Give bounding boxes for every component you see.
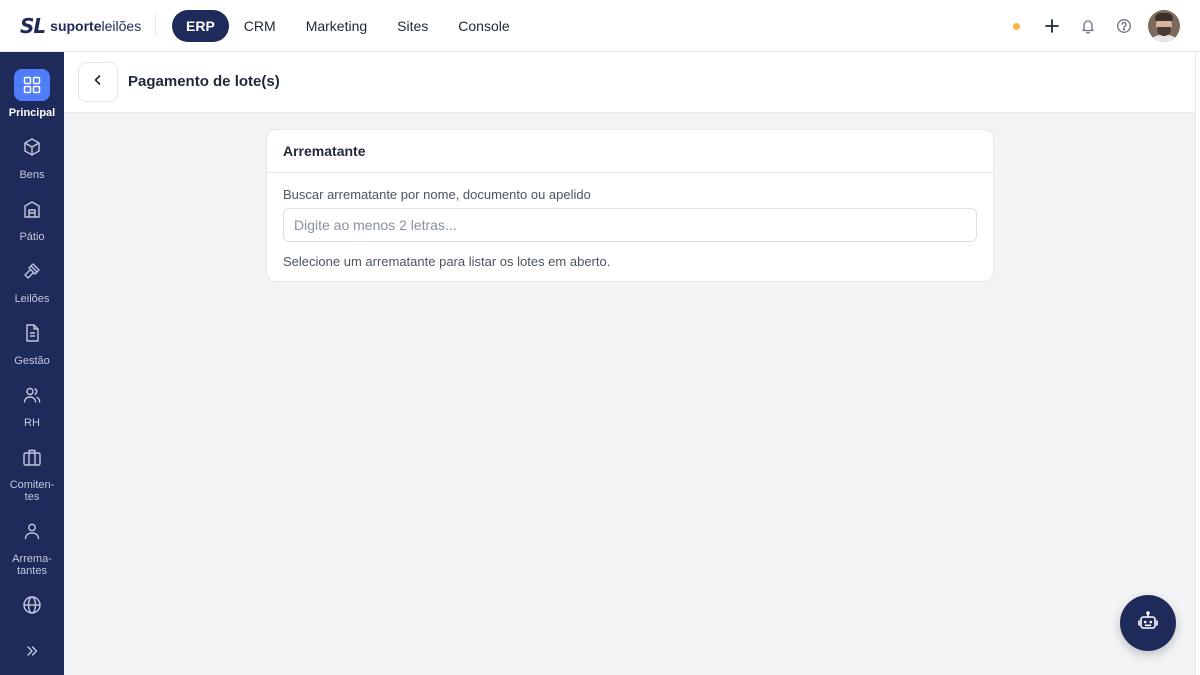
sidebar-item-principal[interactable]: Principal (0, 69, 64, 119)
helper-text: Selecione um arrematante para listar os … (283, 254, 611, 269)
sidebar-item-sites[interactable] (0, 589, 64, 621)
user-icon (14, 515, 50, 547)
search-label: Buscar arrematante por nome, documento o… (283, 187, 591, 202)
topbar-actions (1013, 10, 1180, 42)
sidebar-item-label: RH (24, 417, 40, 429)
sidebar-expand-button[interactable] (0, 635, 64, 667)
top-bar: SL suporteleilões ERP CRM Marketing Site… (0, 0, 1200, 52)
sidebar-item-arrematantes[interactable]: Arrema-tantes (0, 515, 64, 577)
avatar-shirt (1150, 35, 1178, 42)
page-title: Pagamento de lote(s) (128, 73, 280, 90)
sidebar-item-rh[interactable]: RH (0, 379, 64, 429)
right-panel-edge (1195, 52, 1200, 675)
bell-icon[interactable] (1070, 10, 1106, 42)
warehouse-icon (14, 193, 50, 225)
sidebar: Principal Bens Pátio Leilões Gestão RH C… (0, 52, 64, 675)
briefcase-icon (14, 441, 50, 473)
status-indicator (1013, 22, 1020, 30)
nav-tab-erp[interactable]: ERP (172, 10, 229, 42)
gavel-icon (14, 255, 50, 287)
sidebar-item-patio[interactable]: Pátio (0, 193, 64, 243)
plus-icon[interactable] (1034, 10, 1070, 42)
brand-logo[interactable]: SL suporteleilões (20, 13, 141, 39)
chevron-left-icon (91, 73, 105, 92)
sidebar-item-label: Principal (8, 107, 56, 119)
sidebar-item-bens[interactable]: Bens (0, 131, 64, 181)
brand-name-bold: suporte (50, 18, 102, 34)
module-nav: ERP CRM Marketing Sites Console (172, 10, 525, 42)
back-button[interactable] (78, 62, 118, 102)
sidebar-item-gestao[interactable]: Gestão (0, 317, 64, 367)
robot-icon (1137, 610, 1159, 637)
brand-name: suporteleilões (50, 18, 141, 34)
sidebar-item-label: Pátio (19, 231, 45, 243)
nav-tab-marketing[interactable]: Marketing (291, 10, 382, 42)
logo-divider (155, 14, 156, 36)
grid-icon (14, 69, 50, 101)
arrematante-search-input[interactable] (283, 208, 977, 242)
sidebar-item-label-line1: Comiten-tes (9, 479, 55, 503)
nav-tab-crm[interactable]: CRM (229, 10, 291, 42)
sidebar-item-leiloes[interactable]: Leilões (0, 255, 64, 305)
assistant-bot-button[interactable] (1120, 595, 1176, 651)
page-header: Pagamento de lote(s) (64, 52, 1195, 113)
avatar-hair (1155, 13, 1173, 21)
sidebar-item-label: Gestão (14, 355, 50, 367)
box-icon (14, 131, 50, 163)
help-icon[interactable] (1106, 10, 1142, 42)
globe-icon (14, 589, 50, 621)
sidebar-item-comitentes[interactable]: Comiten-tes (0, 441, 64, 503)
user-avatar[interactable] (1148, 10, 1180, 42)
sidebar-item-label: Leilões (14, 293, 50, 305)
sidebar-item-label: Bens (19, 169, 45, 181)
users-icon (14, 379, 50, 411)
sidebar-item-label-line1: Arrema-tantes (12, 553, 52, 577)
document-icon (14, 317, 50, 349)
nav-tab-console[interactable]: Console (443, 10, 524, 42)
chevrons-right-icon (14, 635, 50, 667)
brand-name-light: leilões (101, 18, 142, 34)
arrematante-card: Arrematante Buscar arrematante por nome,… (266, 129, 994, 282)
brand-mark: SL (20, 14, 46, 38)
card-title: Arrematante (267, 130, 993, 173)
nav-tab-sites[interactable]: Sites (382, 10, 443, 42)
